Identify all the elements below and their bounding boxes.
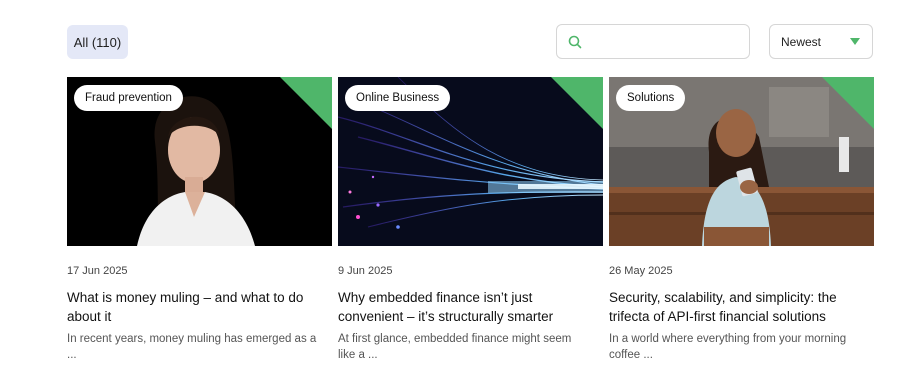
article-date: 9 Jun 2025 (338, 265, 393, 277)
corner-ribbon (822, 77, 874, 129)
search-box[interactable] (556, 24, 750, 59)
corner-ribbon (551, 77, 603, 129)
article-card[interactable]: Solutions 26 May 2025 Security, scalabil… (609, 77, 874, 361)
sort-selected-label: Newest (781, 35, 822, 49)
category-tag: Solutions (616, 85, 686, 111)
article-title[interactable]: What is money muling – and what to do ab… (67, 288, 329, 326)
filter-all-chip[interactable]: All (110) (67, 25, 128, 59)
category-tag: Fraud prevention (74, 85, 183, 111)
article-title[interactable]: Security, scalability, and simplicity: t… (609, 288, 871, 326)
article-title[interactable]: Why embedded finance isn’t just convenie… (338, 288, 600, 326)
search-input[interactable] (589, 26, 748, 59)
article-excerpt: In recent years, money muling has emerge… (67, 333, 317, 361)
article-date: 17 Jun 2025 (67, 265, 128, 277)
category-tag: Online Business (345, 85, 451, 111)
article-image[interactable]: Online Business (338, 77, 603, 246)
article-date: 26 May 2025 (609, 265, 673, 277)
search-icon (568, 35, 582, 49)
corner-ribbon (280, 77, 332, 129)
article-excerpt: In a world where everything from your mo… (609, 333, 847, 361)
article-excerpt: At first glance, embedded finance might … (338, 333, 572, 361)
article-card[interactable]: Online Business 9 Jun 2025 Why embedded … (338, 77, 603, 361)
article-image[interactable]: Fraud prevention (67, 77, 332, 246)
chevron-down-icon (850, 38, 860, 45)
article-image[interactable]: Solutions (609, 77, 874, 246)
article-card[interactable]: Fraud prevention 17 Jun 2025 What is mon… (67, 77, 332, 361)
sort-select[interactable]: Newest (769, 24, 873, 59)
